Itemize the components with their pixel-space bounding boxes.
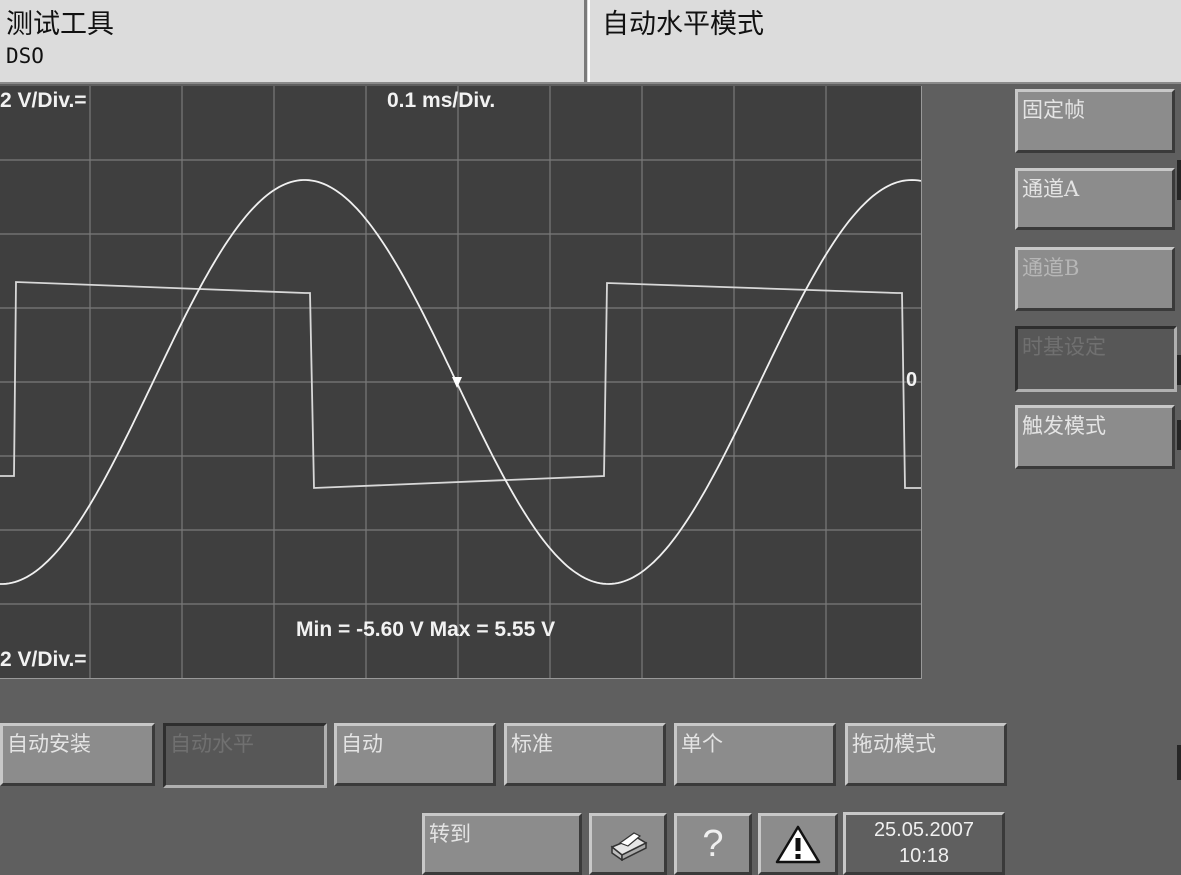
zero-level-marker: 0	[906, 369, 918, 391]
tool-panel: 测试工具 DSO	[0, 0, 587, 82]
freeze-frame-button[interactable]: 固定帧	[1015, 89, 1175, 153]
waveform-display	[0, 86, 921, 678]
tool-title: 测试工具	[6, 9, 114, 40]
channel-a-button[interactable]: 通道A	[1015, 168, 1175, 230]
auto-setup-button[interactable]: 自动安装	[0, 723, 155, 786]
auto-button[interactable]: 自动	[334, 723, 496, 786]
datetime-display: 25.05.2007 10:18	[843, 812, 1005, 875]
volts-per-div-bottom: 2 V/Div.=	[0, 648, 87, 671]
date-text: 25.05.2007	[873, 819, 975, 841]
edge-tab	[1177, 355, 1181, 385]
volts-per-div-top: 2 V/Div.=	[0, 89, 87, 112]
printer-icon	[610, 832, 648, 861]
normal-button[interactable]: 标准	[504, 723, 666, 786]
time-per-div: 0.1 ms/Div.	[387, 89, 496, 112]
print-button[interactable]	[589, 813, 667, 875]
mode-panel: 自动水平模式	[588, 0, 1178, 82]
min-max-readout: Min = -5.60 V Max = 5.55 V	[296, 618, 556, 641]
channel-b-waveform	[0, 281, 921, 489]
edge-tab	[1177, 160, 1181, 200]
timebase-setting-button[interactable]: 时基设定	[1015, 326, 1177, 392]
edge-tab	[1177, 420, 1181, 450]
trigger-mode-button[interactable]: 触发模式	[1015, 405, 1175, 469]
tool-subtitle: DSO	[6, 44, 44, 68]
help-button[interactable]: ?	[674, 813, 752, 875]
oscilloscope-screen[interactable]: 2 V/Div.= 0.1 ms/Div. 2 V/Div.= 0 Min = …	[0, 86, 922, 679]
warning-button[interactable]	[758, 813, 838, 875]
grid	[0, 86, 921, 678]
mode-title: 自动水平模式	[602, 9, 764, 40]
channel-b-button[interactable]: 通道B	[1015, 247, 1175, 311]
auto-level-button[interactable]: 自动水平	[163, 723, 327, 788]
edge-tab	[1177, 745, 1181, 780]
drag-mode-button[interactable]: 拖动模式	[845, 723, 1007, 786]
time-text: 10:18	[898, 845, 950, 867]
single-button[interactable]: 单个	[674, 723, 836, 786]
header-bar: 测试工具 DSO 自动水平模式	[0, 0, 1181, 84]
goto-button[interactable]: 转到	[422, 813, 582, 875]
warning-icon	[775, 825, 821, 864]
